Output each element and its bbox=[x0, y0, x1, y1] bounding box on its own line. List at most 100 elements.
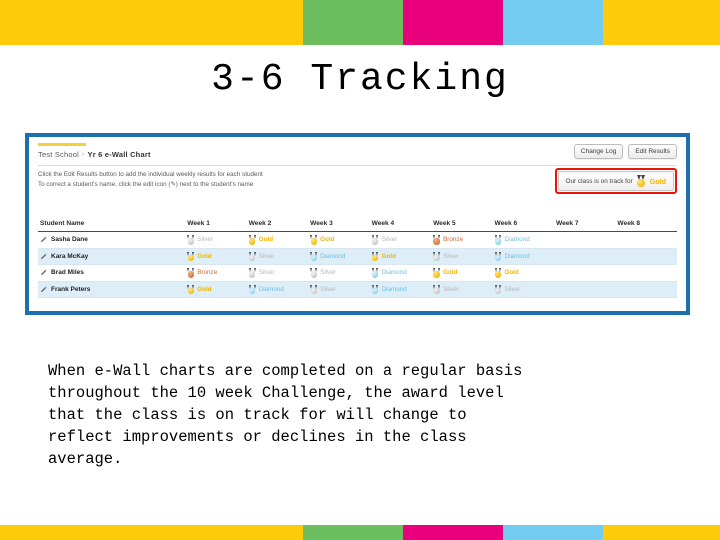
award-label: Diamond bbox=[320, 252, 346, 260]
week-7-award-cell[interactable] bbox=[553, 281, 616, 298]
embedded-screenshot: Test School › Yr 6 e-Wall Chart Click th… bbox=[25, 133, 690, 315]
award-label: Gold bbox=[443, 269, 458, 277]
column-header-week-2: Week 2 bbox=[246, 217, 309, 232]
award-label: Gold bbox=[258, 236, 274, 244]
week-2-award-cell[interactable]: Diamond bbox=[246, 281, 309, 298]
color-segment-green bbox=[303, 0, 403, 45]
week-6-award-cell[interactable]: Diamond bbox=[492, 248, 554, 265]
week-1-award-cell[interactable]: Gold bbox=[185, 281, 247, 298]
top-color-bar bbox=[0, 0, 720, 45]
column-header-week-7: Week 7 bbox=[553, 217, 616, 232]
week-4-award-cell[interactable]: Diamond bbox=[369, 264, 432, 282]
color-segment-green-bottom bbox=[303, 525, 403, 540]
week-2-award-cell[interactable]: Silver bbox=[246, 264, 309, 282]
week-8-award-cell[interactable] bbox=[615, 231, 677, 249]
award-label: Gold bbox=[504, 269, 519, 277]
award-label: Diamond bbox=[381, 285, 407, 293]
week-4-award-cell[interactable]: Gold bbox=[369, 248, 432, 265]
week-1-award-cell[interactable]: Silver bbox=[185, 231, 247, 249]
week-3-award-cell[interactable]: Silver bbox=[308, 264, 370, 282]
award-label: Silver bbox=[443, 252, 459, 260]
edit-pen-icon[interactable] bbox=[40, 269, 47, 276]
column-header-week-5: Week 5 bbox=[431, 217, 493, 232]
table-body: Sasha Dane Silver Gold Gold Silver Bronze Diam… bbox=[38, 231, 677, 298]
body-paragraph: When e-Wall charts are completed on a re… bbox=[48, 362, 523, 468]
award-label: Diamond bbox=[381, 269, 407, 277]
edit-pen-icon[interactable] bbox=[40, 286, 47, 293]
breadcrumb-school[interactable]: Test School bbox=[38, 150, 79, 159]
week-1-award-cell[interactable]: Bronze bbox=[185, 264, 247, 282]
table-header-row: Student Name Week 1 Week 2 Week 3 Week 4… bbox=[38, 217, 677, 232]
color-segment-yellow-right bbox=[603, 0, 720, 45]
award-label: Gold bbox=[381, 252, 396, 260]
week-5-award-cell[interactable]: Bronze bbox=[431, 231, 493, 249]
change-log-button[interactable]: Change Log bbox=[573, 144, 624, 159]
gold-medal-icon bbox=[636, 175, 646, 187]
week-5-award-cell[interactable]: Gold bbox=[431, 264, 493, 282]
diamond-medal-icon bbox=[494, 251, 502, 261]
week-6-award-cell[interactable]: Diamond bbox=[492, 231, 554, 249]
week-1-award-cell[interactable]: Gold bbox=[185, 248, 247, 265]
breadcrumb-current: Yr 6 e-Wall Chart bbox=[87, 150, 151, 159]
color-segment-blue-bottom bbox=[503, 525, 603, 540]
week-8-award-cell[interactable] bbox=[615, 248, 677, 265]
diamond-medal-icon bbox=[371, 268, 379, 278]
award-label: Silver bbox=[320, 285, 336, 293]
gold-medal-icon bbox=[187, 284, 195, 294]
color-segment-blue bbox=[503, 0, 603, 45]
color-segment-yellow-right-bottom bbox=[603, 525, 720, 540]
award-label: Gold bbox=[197, 252, 212, 260]
diamond-medal-icon bbox=[310, 251, 317, 261]
column-header-week-8: Week 8 bbox=[615, 217, 677, 232]
award-label: Silver bbox=[443, 285, 459, 293]
silver-medal-icon bbox=[310, 284, 317, 294]
week-7-award-cell[interactable] bbox=[553, 248, 616, 265]
color-segment-yellow-left-bottom bbox=[0, 525, 303, 540]
page-title: 3-6 Tracking bbox=[211, 58, 509, 101]
color-segment-pink-bottom bbox=[403, 525, 503, 540]
edit-pen-icon[interactable] bbox=[40, 253, 47, 260]
column-header-week-3: Week 3 bbox=[308, 217, 370, 232]
week-8-award-cell[interactable] bbox=[615, 264, 677, 282]
week-8-award-cell[interactable] bbox=[615, 281, 677, 298]
tab-accent bbox=[38, 143, 86, 146]
week-7-award-cell[interactable] bbox=[553, 264, 616, 282]
diamond-medal-icon bbox=[494, 235, 502, 245]
slide: 3-6 Tracking Test School › Yr 6 e-Wall C… bbox=[0, 0, 720, 540]
silver-medal-icon bbox=[371, 235, 379, 245]
edit-results-button[interactable]: Edit Results bbox=[628, 144, 677, 159]
silver-medal-icon bbox=[248, 251, 256, 261]
award-label: Silver bbox=[197, 236, 213, 244]
diamond-medal-icon bbox=[371, 284, 379, 294]
week-2-award-cell[interactable]: Gold bbox=[246, 231, 309, 249]
award-label: Bronze bbox=[443, 236, 464, 244]
week-4-award-cell[interactable]: Silver bbox=[369, 231, 432, 249]
student-name-cell: Sasha Dane bbox=[38, 231, 186, 249]
week-5-award-cell[interactable]: Silver bbox=[431, 281, 493, 298]
column-header-week-6: Week 6 bbox=[492, 217, 554, 232]
week-7-award-cell[interactable] bbox=[553, 231, 616, 249]
award-label: Silver bbox=[258, 269, 275, 277]
week-3-award-cell[interactable]: Diamond bbox=[308, 248, 370, 265]
award-highlight-box: Our class is on track for Gold bbox=[554, 168, 677, 194]
week-2-award-cell[interactable]: Silver bbox=[246, 248, 309, 265]
award-banner-text: Our class is on track for bbox=[565, 177, 633, 185]
color-segment-pink bbox=[403, 0, 503, 45]
edit-pen-icon[interactable] bbox=[40, 236, 47, 243]
award-label: Diamond bbox=[504, 252, 530, 260]
bronze-medal-icon bbox=[187, 268, 195, 278]
award-label: Silver bbox=[381, 236, 398, 244]
column-header-week-1: Week 1 bbox=[185, 217, 247, 232]
award-label: Bronze bbox=[197, 269, 218, 277]
week-4-award-cell[interactable]: Diamond bbox=[369, 281, 432, 298]
award-banner[interactable]: Our class is on track for Gold bbox=[557, 171, 674, 191]
week-3-award-cell[interactable]: Gold bbox=[308, 231, 370, 249]
week-6-award-cell[interactable]: Gold bbox=[492, 264, 554, 282]
silver-medal-icon bbox=[433, 251, 440, 261]
week-6-award-cell[interactable]: Silver bbox=[492, 281, 554, 298]
award-label: Diamond bbox=[258, 285, 284, 293]
week-5-award-cell[interactable]: Silver bbox=[431, 248, 493, 265]
student-name: Kara McKay bbox=[51, 252, 89, 260]
column-header-student-name: Student Name bbox=[38, 217, 186, 232]
week-3-award-cell[interactable]: Silver bbox=[308, 281, 370, 298]
